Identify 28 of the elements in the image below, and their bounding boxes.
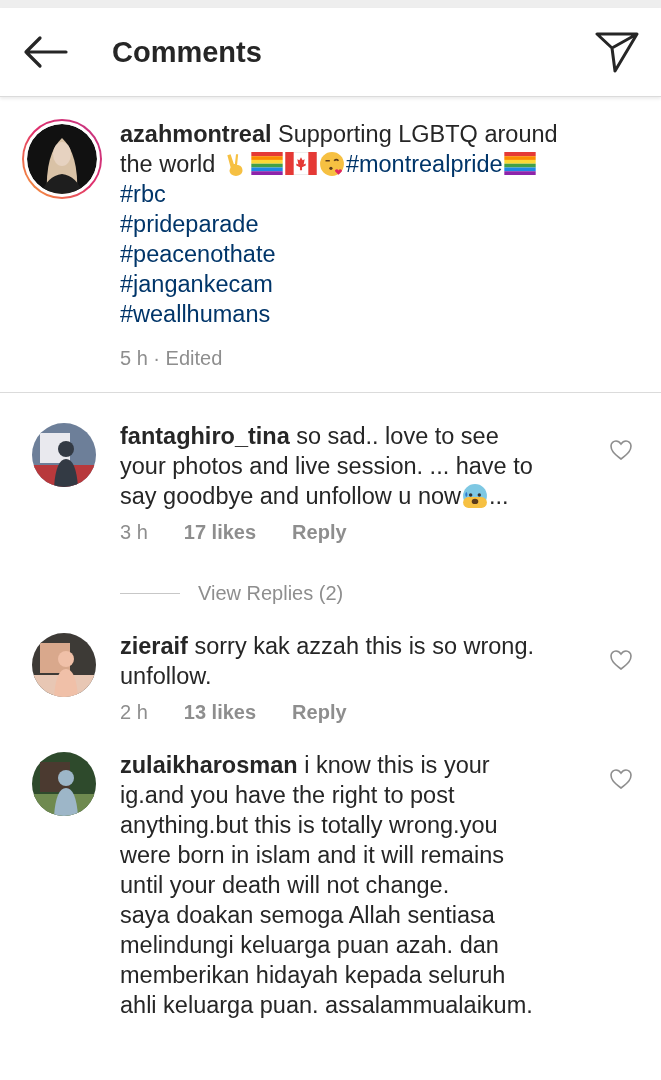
comment-time: 3 h [120, 521, 148, 544]
heart-icon[interactable] [609, 439, 633, 461]
hashtag-link[interactable]: #jangankecam [120, 269, 273, 299]
hashtag-link[interactable]: #prideparade [120, 209, 259, 239]
rainbow-flag-icon [503, 152, 536, 175]
username-link[interactable]: fantaghiro_tina [120, 423, 290, 449]
username-link[interactable]: azahmontreal [120, 121, 272, 147]
canadian-flag-icon [284, 152, 317, 175]
post-caption: azahmontreal Supporting LGBTQ around the world #montrealpride [120, 120, 559, 179]
send-icon[interactable] [595, 31, 639, 73]
rainbow-flag-icon [250, 152, 283, 175]
back-arrow-icon[interactable] [22, 35, 68, 69]
anxious-face-icon [462, 483, 488, 509]
kissing-face-icon [318, 151, 345, 177]
username-link[interactable]: zieraif [120, 633, 188, 659]
heart-icon[interactable] [609, 649, 633, 671]
hashtag-link[interactable]: #weallhumans [120, 299, 271, 329]
comment-text: zulaikharosman i know this is your ig.and you have the right to post anything.but this is totally wrong.you were born in islam and it will remains until your death will not change. saya doakan semoga Allah sentiasa melindungi keluarga puan azah. dan memberikan hidayah kepada seluruh ahli keluarga puan. assalammualaikum. [120, 751, 534, 1020]
hashtag-link[interactable]: #montrealpride [345, 151, 503, 177]
post-time: 5 h · Edited [120, 347, 223, 370]
page-title: Comments [112, 35, 263, 69]
hashtag-link[interactable]: #rbc [120, 179, 166, 209]
username-link[interactable]: zulaikharosman [120, 752, 298, 778]
heart-icon[interactable] [609, 768, 633, 790]
comment-text: fantaghiro_tina so sad.. love to see your photos and live session. ... have to say goodbye and unfollow u now ... [120, 422, 534, 511]
comment-text: zieraif sorry kak azzah this is so wrong. unfollow. [120, 632, 536, 691]
hashtag-link[interactable]: #peacenothate [120, 239, 276, 269]
comment-time: 2 h [120, 701, 148, 724]
